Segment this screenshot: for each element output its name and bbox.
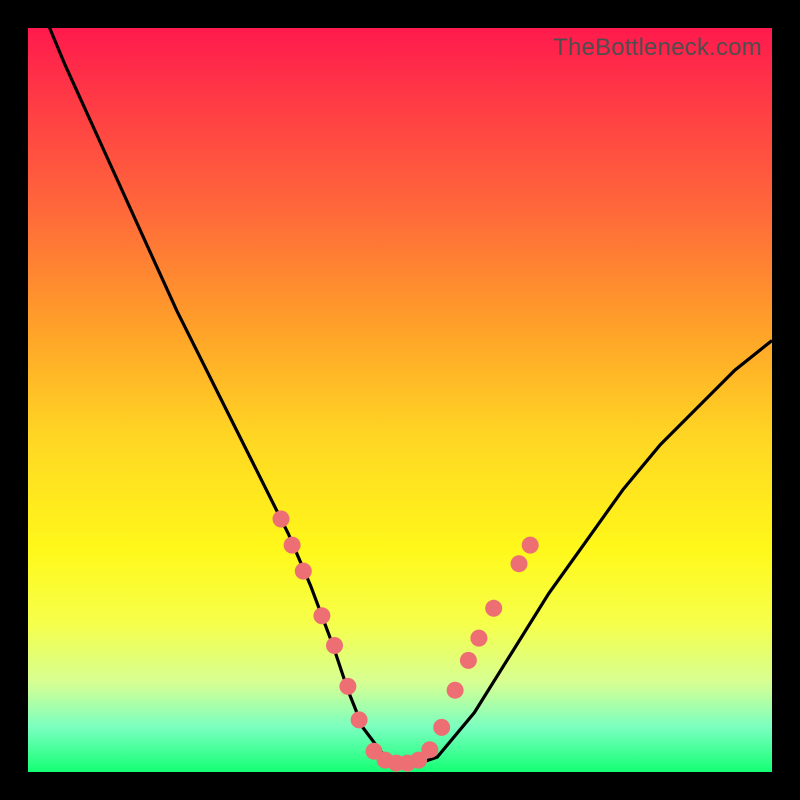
curve-dot — [485, 600, 502, 617]
curve-dot — [433, 719, 450, 736]
curve-dot — [421, 741, 438, 758]
curve-dot — [470, 630, 487, 647]
curve-dot — [326, 637, 343, 654]
plot-area: TheBottleneck.com — [28, 28, 772, 772]
curve-dot — [313, 607, 330, 624]
curve-dot — [273, 511, 290, 528]
curve-dot — [460, 652, 477, 669]
curve-dot — [511, 555, 528, 572]
bottleneck-curve — [28, 0, 772, 765]
curve-dot — [351, 711, 368, 728]
curve-dot — [522, 537, 539, 554]
curve-svg — [28, 28, 772, 772]
chart-frame: TheBottleneck.com — [0, 0, 800, 800]
curve-dot — [447, 682, 464, 699]
curve-dot — [284, 537, 301, 554]
curve-dot — [339, 678, 356, 695]
curve-markers — [273, 511, 539, 772]
curve-dot — [295, 563, 312, 580]
